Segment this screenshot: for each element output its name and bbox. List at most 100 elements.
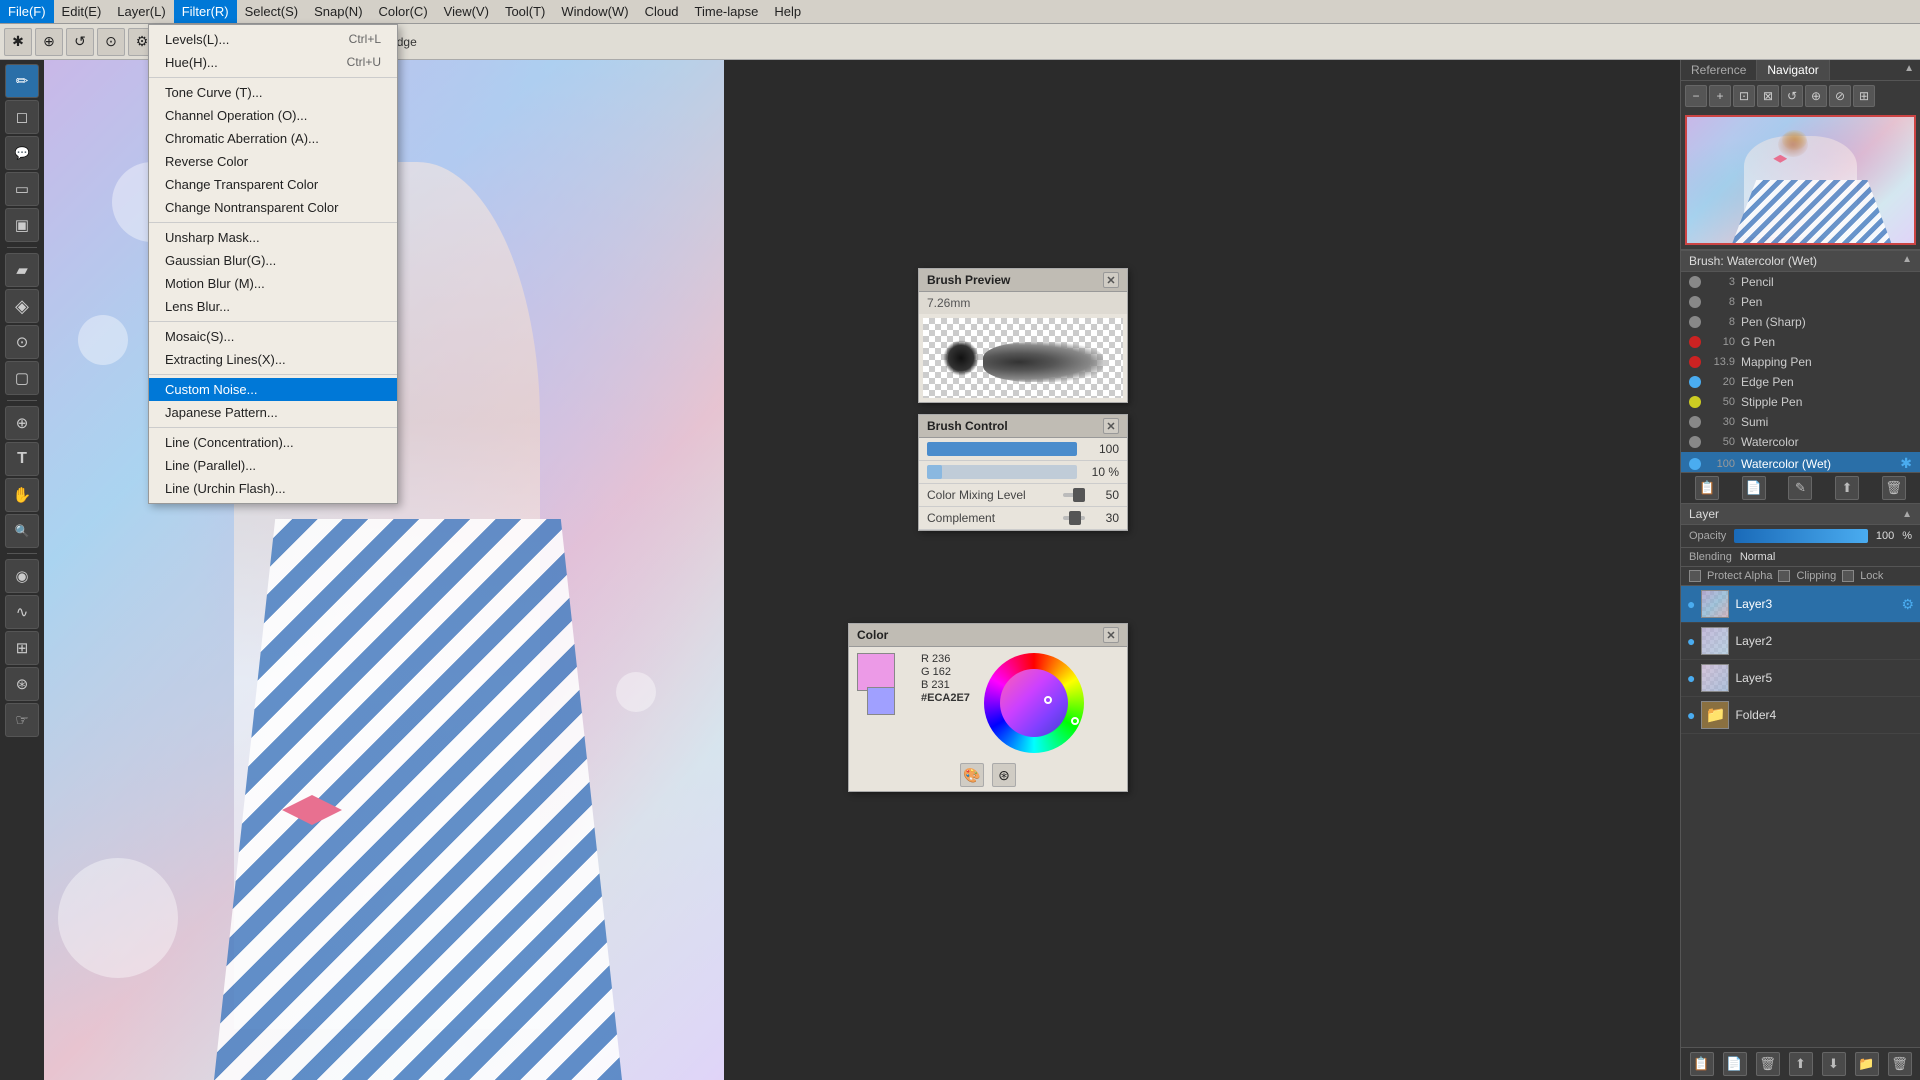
layer-footer-folder[interactable]: 📁 — [1855, 1052, 1879, 1076]
color-wheel-container[interactable] — [984, 653, 1084, 753]
nav-fit-page[interactable]: ⊡ — [1733, 85, 1755, 107]
color-wheel[interactable] — [984, 653, 1084, 753]
tool-text[interactable]: T — [5, 442, 39, 476]
menu-select[interactable]: Select(S) — [237, 0, 306, 23]
brush-item-edge-pen[interactable]: 20 Edge Pen — [1681, 372, 1920, 392]
filter-chromatic[interactable]: Chromatic Aberration (A)... — [149, 127, 397, 150]
color-palette-btn[interactable]: 🎨 — [960, 763, 984, 787]
color-mixing-track[interactable] — [1063, 493, 1085, 497]
filter-japanese[interactable]: Japanese Pattern... — [149, 401, 397, 424]
brush-opacity-track[interactable] — [927, 442, 1077, 456]
menu-cloud[interactable]: Cloud — [637, 0, 687, 23]
brush-item-watercolor-wet[interactable]: 100 Watercolor (Wet) ✱ — [1681, 452, 1920, 472]
lock-checkbox[interactable] — [1842, 570, 1854, 582]
tool-fill[interactable]: ▣ — [5, 208, 39, 242]
toolbar-btn-3[interactable]: ↺ — [66, 28, 94, 56]
tool-speech[interactable]: 💬 — [5, 136, 39, 170]
tool-zoom[interactable]: 🔍 — [5, 514, 39, 548]
filter-unsharp[interactable]: Unsharp Mask... — [149, 226, 397, 249]
brush-flow-track[interactable] — [927, 465, 1077, 479]
filter-line-urchin[interactable]: Line (Urchin Flash)... — [149, 477, 397, 500]
color-primary-swatch[interactable] — [857, 653, 895, 691]
brush-footer-btn-2[interactable]: 📄 — [1742, 476, 1766, 500]
menu-help[interactable]: Help — [766, 0, 809, 23]
brush-item-watercolor[interactable]: 50 Watercolor — [1681, 432, 1920, 452]
color-wheel-inner[interactable] — [1000, 669, 1068, 737]
toolbar-btn-2[interactable]: ⊕ — [35, 28, 63, 56]
tool-pen[interactable]: ✏ — [5, 64, 39, 98]
brush-control-header[interactable]: Brush Control ✕ — [919, 415, 1127, 438]
brush-preview-header[interactable]: Brush Preview ✕ — [919, 269, 1127, 292]
brush-item-pen[interactable]: 8 Pen — [1681, 292, 1920, 312]
layer-panel-collapse[interactable]: ▲ — [1902, 509, 1912, 520]
filter-hue[interactable]: Hue(H)... Ctrl+U — [149, 51, 397, 74]
tool-lasso[interactable]: ⊙ — [5, 325, 39, 359]
tool-curve[interactable]: ∿ — [5, 595, 39, 629]
color-eyedrop-btn[interactable]: ⊛ — [992, 763, 1016, 787]
tool-eyedrop[interactable]: ⊛ — [5, 667, 39, 701]
layer-visibility-layer3[interactable]: ● — [1687, 596, 1695, 612]
menu-filter[interactable]: Filter(R) — [174, 0, 237, 23]
menu-snap[interactable]: Snap(N) — [306, 0, 370, 23]
toolbar-btn-4[interactable]: ⊙ — [97, 28, 125, 56]
nav-flip-v[interactable]: ⊘ — [1829, 85, 1851, 107]
nav-fit-width[interactable]: ⊠ — [1757, 85, 1779, 107]
tab-navigator[interactable]: Navigator — [1757, 60, 1829, 80]
tool-eraser[interactable]: ◻ — [5, 100, 39, 134]
filter-mosaic[interactable]: Mosaic(S)... — [149, 325, 397, 348]
tool-hand[interactable]: ✋ — [5, 478, 39, 512]
tool-move[interactable]: ⊕ — [5, 406, 39, 440]
layer-footer-down[interactable]: ⬇ — [1822, 1052, 1846, 1076]
layer-footer-new[interactable]: 📄 — [1723, 1052, 1747, 1076]
brush-preview-close-button[interactable]: ✕ — [1103, 272, 1119, 288]
layer-visibility-layer5[interactable]: ● — [1687, 670, 1695, 686]
brush-panel-collapse[interactable]: ▲ — [1902, 254, 1912, 268]
menu-window[interactable]: Window(W) — [553, 0, 636, 23]
filter-motion[interactable]: Motion Blur (M)... — [149, 272, 397, 295]
filter-extracting[interactable]: Extracting Lines(X)... — [149, 348, 397, 371]
nav-rotate[interactable]: ↺ — [1781, 85, 1803, 107]
layer-visibility-folder4[interactable]: ● — [1687, 707, 1695, 723]
color-panel-close-button[interactable]: ✕ — [1103, 627, 1119, 643]
menu-file[interactable]: File(F) — [0, 0, 54, 23]
nav-zoom-in[interactable]: + — [1709, 85, 1731, 107]
layer-footer-up[interactable]: ⬆ — [1789, 1052, 1813, 1076]
brush-footer-btn-5[interactable]: 🗑 — [1882, 476, 1906, 500]
filter-change-transparent[interactable]: Change Transparent Color — [149, 173, 397, 196]
layer-item-layer2[interactable]: ● Layer2 — [1681, 623, 1920, 660]
layer-footer-delete[interactable]: 🗑 — [1756, 1052, 1780, 1076]
brush-item-mapping-pen[interactable]: 13.9 Mapping Pen — [1681, 352, 1920, 372]
complement-track[interactable] — [1063, 516, 1085, 520]
nav-flip-h[interactable]: ⊕ — [1805, 85, 1827, 107]
brush-item-g-pen[interactable]: 10 G Pen — [1681, 332, 1920, 352]
menu-layer[interactable]: Layer(L) — [109, 0, 173, 23]
navigator-preview[interactable] — [1685, 115, 1916, 245]
tool-ruler[interactable]: ⊞ — [5, 631, 39, 665]
opacity-bar[interactable] — [1734, 529, 1868, 543]
menu-timelapse[interactable]: Time-lapse — [687, 0, 767, 23]
tool-blend[interactable]: ◉ — [5, 559, 39, 593]
tab-reference[interactable]: Reference — [1681, 60, 1757, 80]
filter-custom-noise[interactable]: Custom Noise... — [149, 378, 397, 401]
menu-tool[interactable]: Tool(T) — [497, 0, 553, 23]
tool-paint[interactable]: ◈ — [5, 289, 39, 323]
tool-select-rect[interactable]: ▭ — [5, 172, 39, 206]
layer-gear-layer3[interactable]: ⚙ — [1901, 596, 1914, 613]
nav-grid[interactable]: ⊞ — [1853, 85, 1875, 107]
filter-change-nontransparent[interactable]: Change Nontransparent Color — [149, 196, 397, 219]
filter-line-concentration[interactable]: Line (Concentration)... — [149, 431, 397, 454]
menu-color[interactable]: Color(C) — [371, 0, 436, 23]
filter-tone-curve[interactable]: Tone Curve (T)... — [149, 81, 397, 104]
layer-item-layer5[interactable]: ● Layer5 — [1681, 660, 1920, 697]
tool-gradient[interactable]: ▰ — [5, 253, 39, 287]
clipping-checkbox[interactable] — [1778, 570, 1790, 582]
layer-item-layer3[interactable]: ● Layer3 ⚙ — [1681, 586, 1920, 623]
tool-select[interactable]: ▢ — [5, 361, 39, 395]
color-secondary-swatch[interactable] — [867, 687, 895, 715]
color-mixing-thumb[interactable] — [1073, 488, 1085, 502]
filter-lens[interactable]: Lens Blur... — [149, 295, 397, 318]
brush-footer-btn-3[interactable]: ✎ — [1788, 476, 1812, 500]
brush-footer-btn-4[interactable]: ⬆ — [1835, 476, 1859, 500]
filter-gaussian[interactable]: Gaussian Blur(G)... — [149, 249, 397, 272]
nav-zoom-out[interactable]: − — [1685, 85, 1707, 107]
